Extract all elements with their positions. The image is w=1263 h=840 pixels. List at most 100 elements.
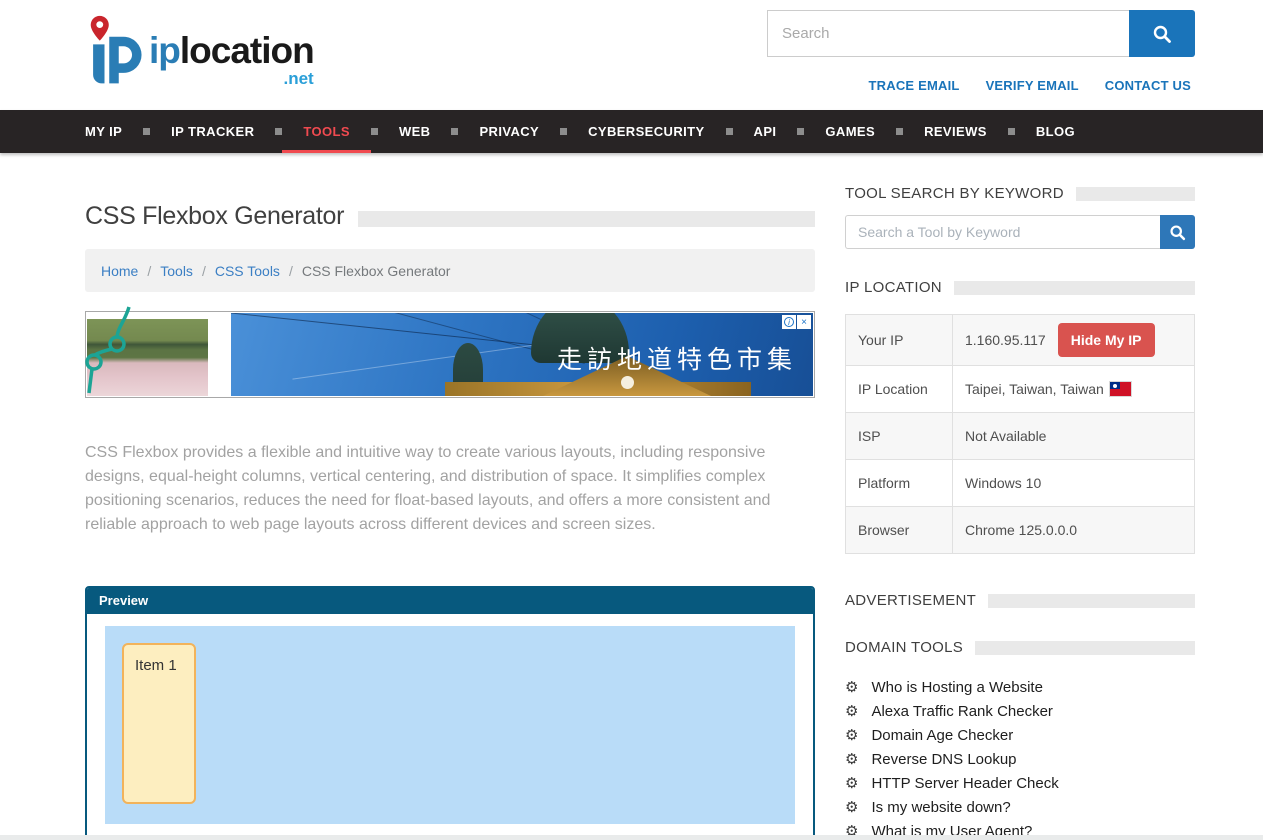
list-item: ⚙ Domain Age Checker [845, 727, 1195, 744]
logo-text-net: .net [149, 70, 314, 87]
nav-separator [560, 128, 567, 135]
tool-search-input[interactable] [845, 215, 1160, 249]
contact-us-link[interactable]: CONTACT US [1105, 78, 1191, 93]
ip-location-heading: IP LOCATION [845, 279, 1195, 296]
nav-separator [275, 128, 282, 135]
row-label: Your IP [846, 315, 953, 366]
nav-item-tools[interactable]: TOOLS [282, 110, 371, 153]
site-logo[interactable]: iplocation .net [85, 0, 314, 110]
sidebar: TOOL SEARCH BY KEYWORD IP LOCATION [845, 153, 1195, 840]
ad-banner: 走訪地道特色市集 i × [85, 311, 815, 398]
flexbox-preview-item: Item 1 [122, 643, 196, 804]
nav-item-ip-tracker[interactable]: IP TRACKER [150, 110, 275, 153]
domain-tool-link-domain-age[interactable]: Domain Age Checker [871, 727, 1013, 744]
page-bottom-strip [0, 835, 1263, 840]
your-ip-value: 1.160.95.117 [965, 332, 1046, 348]
flexbox-preview-container: Item 1 [105, 626, 795, 824]
domain-tool-link-alexa-rank[interactable]: Alexa Traffic Rank Checker [871, 703, 1052, 720]
tool-search [845, 215, 1195, 249]
verify-email-link[interactable]: VERIFY EMAIL [986, 78, 1079, 93]
gear-icon: ⚙ [845, 704, 858, 719]
heading-decoration [1076, 187, 1195, 201]
row-label: IP Location [846, 366, 953, 413]
nav-separator [1008, 128, 1015, 135]
table-row: IP Location Taipei, Taiwan, Taiwan [846, 366, 1195, 413]
site-header: iplocation .net TRACE EMAIL VER [0, 0, 1263, 110]
nav-item-my-ip[interactable]: MY IP [85, 110, 143, 153]
ad-close-icon[interactable]: × [797, 315, 811, 329]
gear-icon: ⚙ [845, 752, 858, 767]
tool-search-heading: TOOL SEARCH BY KEYWORD [845, 185, 1195, 202]
logo-mark-icon [85, 14, 143, 90]
logo-text-location: location [180, 30, 314, 71]
nav-item-cybersecurity[interactable]: CYBERSECURITY [567, 110, 725, 153]
nav-item-games[interactable]: GAMES [804, 110, 896, 153]
breadcrumb-tools[interactable]: Tools [160, 263, 193, 279]
nav-separator [726, 128, 733, 135]
row-label: Platform [846, 460, 953, 507]
ip-location-value: Taipei, Taiwan, Taiwan [965, 381, 1104, 397]
breadcrumb-separator: / [147, 263, 151, 279]
domain-tools-heading: DOMAIN TOOLS [845, 639, 1195, 656]
location-pin-icon [91, 16, 109, 41]
page: iplocation .net TRACE EMAIL VER [0, 0, 1263, 840]
domain-tool-link-hosting[interactable]: Who is Hosting a Website [871, 679, 1042, 696]
nav-separator [451, 128, 458, 135]
domain-tool-link-http-header[interactable]: HTTP Server Header Check [871, 775, 1058, 792]
preview-panel-body: Item 1 [87, 614, 813, 839]
row-label: Browser [846, 507, 953, 554]
gear-icon: ⚙ [845, 776, 858, 791]
ad-route-line-decoration [87, 311, 208, 404]
ad-image-building[interactable]: 走訪地道特色市集 i × [231, 313, 813, 396]
header-search-input[interactable] [767, 10, 1129, 57]
breadcrumb-css-tools[interactable]: CSS Tools [215, 263, 280, 279]
hide-my-ip-button[interactable]: Hide My IP [1058, 323, 1155, 357]
gear-icon: ⚙ [845, 680, 858, 695]
breadcrumb-home[interactable]: Home [101, 263, 138, 279]
ad-overlay-text: 走訪地道特色市集 [557, 340, 797, 376]
domain-tool-link-reverse-dns[interactable]: Reverse DNS Lookup [871, 751, 1016, 768]
table-row: Platform Windows 10 [846, 460, 1195, 507]
page-title: CSS Flexbox Generator [85, 202, 344, 231]
list-item: ⚙ Reverse DNS Lookup [845, 751, 1195, 768]
domain-tool-link-website-down[interactable]: Is my website down? [871, 799, 1010, 816]
header-search-button[interactable] [1129, 10, 1195, 57]
search-icon [1169, 224, 1186, 241]
list-item: ⚙ HTTP Server Header Check [845, 775, 1195, 792]
ip-location-table: Your IP 1.160.95.117 Hide My IP IP Locat… [845, 314, 1195, 554]
platform-value: Windows 10 [953, 460, 1195, 507]
header-links: TRACE EMAIL VERIFY EMAIL CONTACT US [869, 78, 1191, 93]
preview-panel-header: Preview [87, 588, 813, 614]
nav-item-privacy[interactable]: PRIVACY [458, 110, 560, 153]
ad-info-icon[interactable]: i [782, 315, 796, 329]
domain-tools-list: ⚙ Who is Hosting a Website ⚙ Alexa Traff… [845, 679, 1195, 840]
nav-item-web[interactable]: WEB [378, 110, 452, 153]
search-icon [1152, 24, 1172, 44]
ad-image-landscape[interactable] [87, 319, 208, 396]
breadcrumb-separator: / [202, 263, 206, 279]
gear-icon: ⚙ [845, 800, 858, 815]
heading-decoration [988, 594, 1195, 608]
nav-item-reviews[interactable]: REVIEWS [903, 110, 1008, 153]
breadcrumb: Home / Tools / CSS Tools / CSS Flexbox G… [85, 249, 815, 292]
nav-item-api[interactable]: API [733, 110, 798, 153]
list-item: ⚙ Who is Hosting a Website [845, 679, 1195, 696]
main-nav: MY IP IP TRACKER TOOLS WEB PRIVACY CYBER… [0, 110, 1263, 153]
advertisement-heading: ADVERTISEMENT [845, 592, 1195, 609]
table-row: ISP Not Available [846, 413, 1195, 460]
trace-email-link[interactable]: TRACE EMAIL [869, 78, 960, 93]
table-row: Your IP 1.160.95.117 Hide My IP [846, 315, 1195, 366]
gear-icon: ⚙ [845, 728, 858, 743]
browser-value: Chrome 125.0.0.0 [953, 507, 1195, 554]
heading-decoration [975, 641, 1195, 655]
preview-panel: Preview Item 1 [85, 586, 815, 840]
nav-item-blog[interactable]: BLOG [1015, 110, 1096, 153]
ad-building-clock [621, 376, 634, 389]
logo-wordmark: iplocation .net [149, 32, 314, 87]
table-row: Browser Chrome 125.0.0.0 [846, 507, 1195, 554]
list-item: ⚙ Is my website down? [845, 799, 1195, 816]
breadcrumb-current: CSS Flexbox Generator [302, 263, 451, 279]
tool-search-button[interactable] [1160, 215, 1195, 249]
taiwan-flag-icon [1110, 382, 1131, 396]
main-content: CSS Flexbox Generator Home / Tools / CSS… [85, 153, 815, 840]
